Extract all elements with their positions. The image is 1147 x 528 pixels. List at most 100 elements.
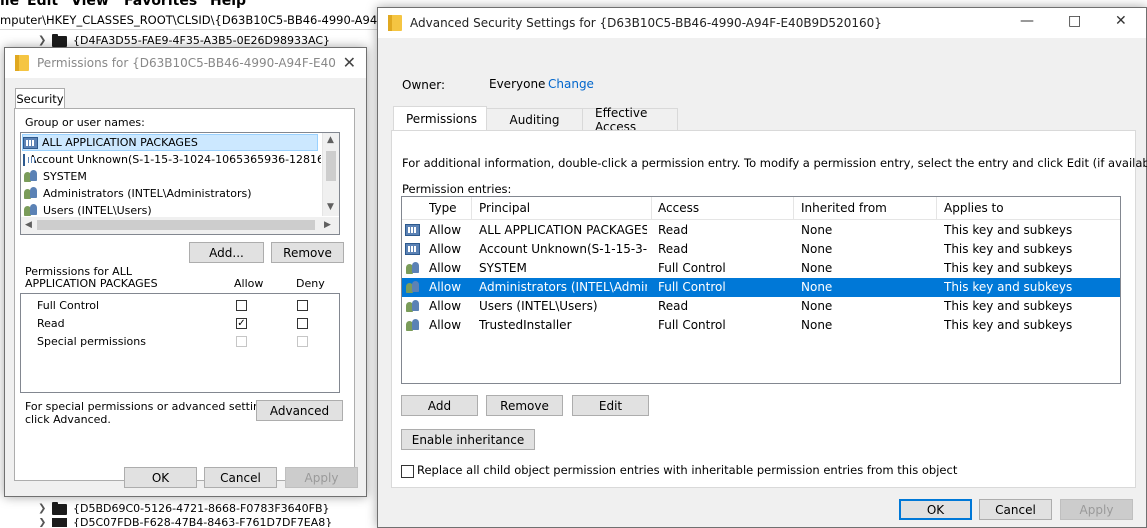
- package-icon: [405, 243, 420, 255]
- scroll-up-icon[interactable]: ▲: [327, 135, 334, 145]
- table-row[interactable]: Allow Account Unknown(S-1-15-3-... Read …: [402, 240, 1120, 259]
- tab-auditing[interactable]: Auditing: [486, 108, 583, 130]
- scroll-thumb[interactable]: [37, 220, 315, 230]
- cell-access: Read: [658, 242, 689, 256]
- scroll-down-icon[interactable]: ▼: [327, 202, 334, 212]
- cell-inherited: None: [801, 299, 833, 313]
- scroll-left-icon[interactable]: ◀: [25, 220, 32, 230]
- column-header-applies[interactable]: Applies to: [944, 201, 1004, 215]
- advanced-button[interactable]: Advanced: [256, 400, 343, 421]
- cell-applies: This key and subkeys: [944, 261, 1073, 275]
- cell-applies: This key and subkeys: [944, 242, 1073, 256]
- full-control-allow-checkbox[interactable]: [236, 300, 247, 311]
- remove-entry-button[interactable]: Remove: [486, 395, 563, 416]
- permissions-dialog: Permissions for {D63B10C5-BB46-4990-A94F…: [4, 47, 367, 497]
- special-deny-checkbox: [297, 336, 308, 347]
- close-icon[interactable]: ✕: [343, 53, 356, 72]
- ok-button[interactable]: OK: [899, 499, 972, 520]
- tab-permissions[interactable]: Permissions: [393, 106, 487, 130]
- cell-applies: This key and subkeys: [944, 280, 1073, 294]
- read-deny-checkbox[interactable]: [297, 318, 308, 329]
- permissions-title: Permissions for {D63B10C5-BB46-4990-A94F…: [37, 56, 337, 70]
- cancel-button[interactable]: Cancel: [979, 499, 1052, 520]
- table-row[interactable]: Allow SYSTEM Full Control None This key …: [402, 259, 1120, 278]
- cell-type: Allow: [429, 223, 462, 237]
- cell-access: Full Control: [658, 318, 726, 332]
- full-control-deny-checkbox[interactable]: [297, 300, 308, 311]
- cell-access: Full Control: [658, 261, 726, 275]
- special-permissions-hint-line2: click Advanced.: [25, 413, 111, 426]
- tree-item[interactable]: ❯ {D5C07FDB-F628-47B4-8463-F761D7DF7EA8}: [38, 518, 332, 527]
- apply-button: Apply: [1060, 499, 1133, 520]
- column-header-inherited[interactable]: Inherited from: [801, 201, 887, 215]
- group-icon: [405, 300, 421, 313]
- chevron-right-icon[interactable]: ❯: [38, 500, 46, 518]
- user-list[interactable]: ALL APPLICATION PACKAGES Account Unknown…: [20, 132, 340, 235]
- scroll-right-icon[interactable]: ▶: [324, 220, 331, 230]
- table-row[interactable]: Allow ALL APPLICATION PACKAGES Read None…: [402, 221, 1120, 240]
- ok-button[interactable]: OK: [124, 467, 197, 488]
- cancel-button[interactable]: Cancel: [204, 467, 277, 488]
- maximize-icon[interactable]: □: [1068, 13, 1081, 29]
- column-header-type[interactable]: Type: [429, 201, 457, 215]
- column-header-principal[interactable]: Principal: [479, 201, 530, 215]
- package-icon: [405, 224, 420, 236]
- replace-child-permissions-checkbox[interactable]: [401, 465, 414, 478]
- minimize-icon[interactable]: —: [1020, 13, 1034, 29]
- cell-access: Read: [658, 299, 689, 313]
- advanced-titlebar[interactable]: Advanced Security Settings for {D63B10C5…: [378, 8, 1146, 38]
- cell-principal: Account Unknown(S-1-15-3-...: [479, 242, 647, 256]
- menu-favorites[interactable]: Favorites: [124, 0, 197, 9]
- permission-name: Full Control: [37, 299, 100, 312]
- permission-entries-grid[interactable]: Type Principal Access Inherited from App…: [401, 196, 1121, 384]
- user-name: Users (INTEL\Users): [43, 204, 152, 217]
- owner-value: Everyone: [489, 77, 546, 91]
- cell-type: Allow: [429, 318, 462, 332]
- cell-type: Allow: [429, 280, 462, 294]
- menu-view[interactable]: View: [71, 0, 109, 9]
- tab-security[interactable]: Security: [15, 88, 65, 109]
- enable-inheritance-button[interactable]: Enable inheritance: [401, 429, 535, 450]
- user-list-item[interactable]: Administrators (INTEL\Administrators): [23, 185, 252, 202]
- add-user-button[interactable]: Add...: [189, 242, 264, 263]
- permissions-titlebar[interactable]: Permissions for {D63B10C5-BB46-4990-A94F…: [5, 48, 366, 78]
- cell-type: Allow: [429, 242, 462, 256]
- chevron-right-icon[interactable]: ❯: [38, 518, 46, 527]
- user-list-item[interactable]: ALL APPLICATION PACKAGES: [22, 134, 318, 151]
- tree-item-label: {D5BD69C0-5126-4721-8668-F0783F3640FB}: [73, 502, 330, 515]
- edit-entry-button[interactable]: Edit: [572, 395, 649, 416]
- change-owner-link[interactable]: Change: [548, 77, 594, 91]
- cell-principal: Users (INTEL\Users): [479, 299, 598, 313]
- folder-icon: [52, 518, 67, 527]
- group-icon: [405, 319, 421, 332]
- registry-address-bar[interactable]: mputer\HKEY_CLASSES_ROOT\CLSID\{D63B10C5…: [0, 11, 382, 30]
- cell-type: Allow: [429, 261, 462, 275]
- close-icon[interactable]: ✕: [1115, 13, 1127, 29]
- advanced-title: Advanced Security Settings for {D63B10C5…: [410, 16, 882, 30]
- table-row[interactable]: Allow Users (INTEL\Users) Read None This…: [402, 297, 1120, 316]
- permissions-for-label-line2: APPLICATION PACKAGES: [25, 277, 158, 290]
- table-row[interactable]: Allow TrustedInstaller Full Control None…: [402, 316, 1120, 335]
- column-header-access[interactable]: Access: [658, 201, 699, 215]
- group-icon: [23, 187, 39, 200]
- menu-file[interactable]: ile: [0, 0, 19, 9]
- user-list-vertical-scrollbar[interactable]: ▲ ▼: [322, 133, 339, 216]
- group-icon: [405, 281, 421, 294]
- user-list-horizontal-scrollbar[interactable]: ◀ ▶: [21, 217, 339, 234]
- add-entry-button[interactable]: Add: [401, 395, 478, 416]
- scroll-thumb[interactable]: [326, 151, 336, 181]
- user-list-item[interactable]: SYSTEM: [23, 168, 87, 185]
- group-icon: [23, 170, 39, 183]
- table-row[interactable]: Allow Administrators (INTEL\Admin... Ful…: [402, 278, 1120, 297]
- tab-effective-access[interactable]: Effective Access: [582, 106, 678, 134]
- cell-principal: SYSTEM: [479, 261, 527, 275]
- menu-edit[interactable]: Edit: [27, 0, 58, 9]
- folder-icon: [52, 501, 67, 515]
- remove-user-button[interactable]: Remove: [271, 242, 344, 263]
- read-allow-checkbox[interactable]: ✓: [236, 318, 247, 329]
- tree-item[interactable]: ❯ {D5BD69C0-5126-4721-8668-F0783F3640FB}: [38, 500, 330, 518]
- special-permissions-hint-line1: For special permissions or advanced sett…: [25, 400, 277, 413]
- menu-help[interactable]: Help: [210, 0, 246, 9]
- folder-icon: [388, 15, 402, 31]
- user-list-item[interactable]: Account Unknown(S-1-15-3-1024-1065365936…: [23, 151, 321, 168]
